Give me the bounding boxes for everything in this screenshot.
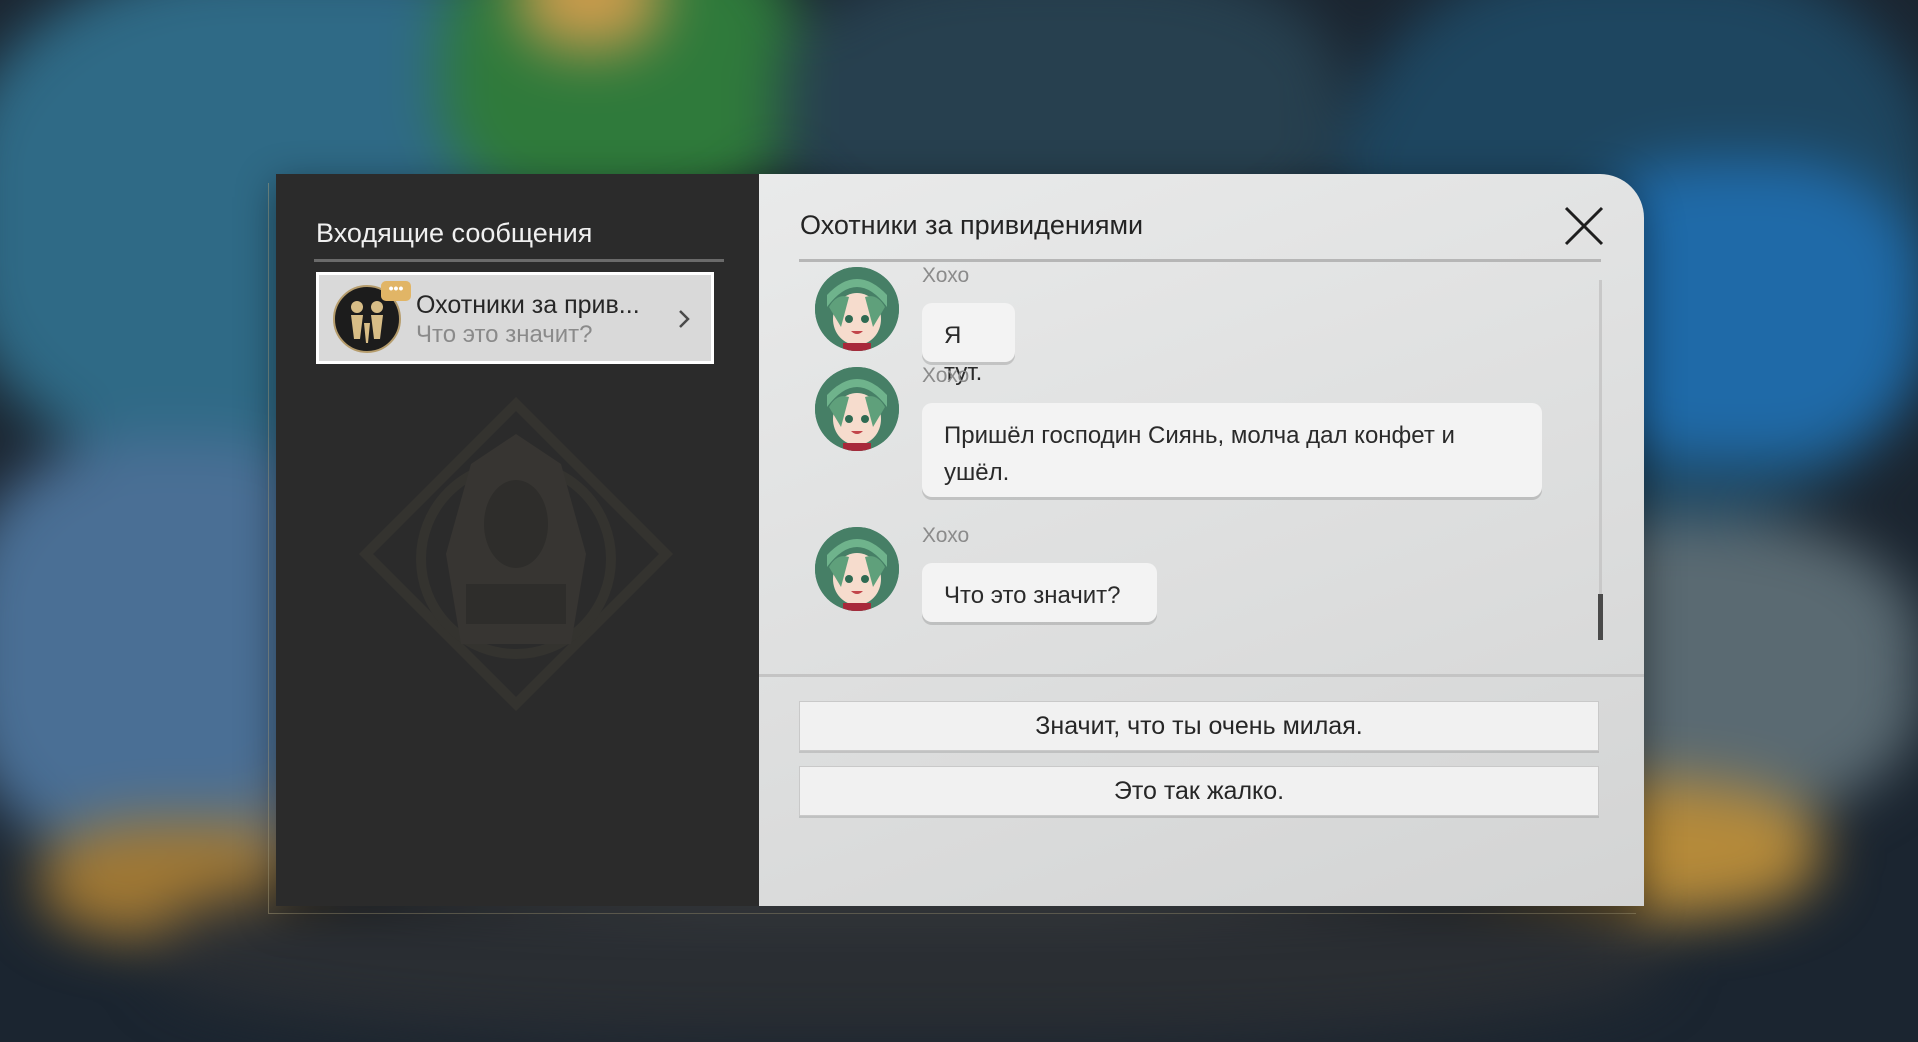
game-screen: Входящие сообщения ••• Охотники за прив.… — [0, 0, 1918, 1042]
conversation-name: Охотники за прив... — [416, 291, 640, 319]
reply-divider — [759, 674, 1644, 677]
message-sender: Хохо — [922, 264, 970, 287]
inbox-title: Входящие сообщения — [316, 218, 593, 248]
chat-panel: Охотники за привидениями Хохо Я тут. Хох… — [759, 174, 1644, 906]
faction-emblem-watermark-icon — [358, 396, 674, 712]
message-dialog: Входящие сообщения ••• Охотники за прив.… — [276, 174, 1644, 906]
unread-badge: ••• — [381, 281, 411, 301]
conversation-preview: Что это значит? — [416, 321, 593, 348]
inbox-panel: Входящие сообщения ••• Охотники за прив.… — [276, 174, 759, 906]
message-sender: Хохо — [922, 524, 970, 547]
message-bubble: Что это значит? — [922, 563, 1157, 622]
message-bubble: Я тут. — [922, 303, 1015, 386]
chevron-right-icon — [679, 310, 690, 328]
hoho-avatar — [815, 267, 899, 351]
hoho-avatar — [815, 367, 899, 451]
close-icon[interactable] — [1562, 204, 1606, 248]
message-bubble: Пришёл господин Сиянь, молча дал конфет … — [922, 403, 1542, 497]
hoho-avatar — [815, 527, 899, 611]
reply-option-2[interactable]: Это так жалко. — [799, 766, 1599, 816]
scrollbar-thumb[interactable] — [1598, 594, 1603, 640]
chat-divider — [799, 259, 1601, 262]
reply-option-1[interactable]: Значит, что ты очень милая. — [799, 701, 1599, 751]
inbox-divider — [314, 259, 724, 262]
chat-title: Охотники за привидениями — [800, 210, 1144, 240]
message-sender: Хохо — [922, 364, 970, 387]
conversation-item-ghost-hunters[interactable]: ••• Охотники за прив... Что это значит? — [316, 272, 714, 364]
scrollbar-track[interactable] — [1599, 280, 1602, 640]
